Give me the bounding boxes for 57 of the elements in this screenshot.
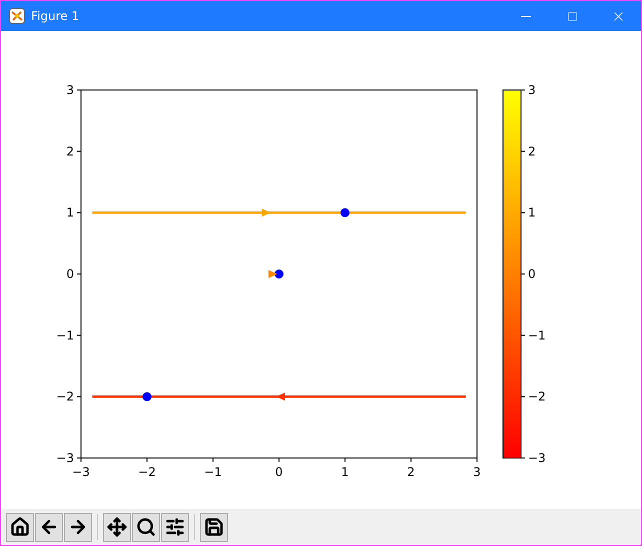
window-title: Figure 1 [31, 9, 80, 23]
y-tick [76, 334, 82, 336]
x-tick [344, 458, 346, 462]
home-icon [10, 517, 30, 537]
x-tick [410, 458, 412, 462]
move-icon [107, 517, 127, 537]
colorbar-tick [520, 150, 526, 152]
x-tick [278, 458, 280, 462]
colorbar-label: 2 [528, 144, 536, 158]
forward-button[interactable] [64, 512, 92, 542]
arrow-head-icon [276, 392, 285, 401]
y-tick [76, 212, 82, 214]
arrow-head-icon [268, 270, 278, 278]
x-tick [476, 458, 478, 462]
colorbar-tick [520, 212, 526, 214]
x-tick-label: 0 [275, 465, 283, 479]
x-tick [80, 458, 82, 462]
home-button[interactable] [6, 512, 34, 542]
maximize-icon [566, 10, 578, 22]
colorbar-label: −3 [528, 451, 546, 465]
colorbar-label: −1 [528, 328, 546, 342]
configure-button[interactable] [161, 512, 189, 542]
data-point [142, 392, 152, 402]
y-tick-label: −2 [56, 390, 74, 404]
y-tick-label: 2 [66, 144, 74, 158]
back-button[interactable] [35, 512, 63, 542]
colorbar-tick [520, 334, 526, 336]
colorbar-label: 3 [528, 83, 536, 97]
pan-button[interactable] [103, 512, 131, 542]
y-tick-label: −3 [56, 451, 74, 465]
x-tick [146, 458, 148, 462]
save-icon [204, 517, 224, 537]
x-tick-label: 1 [341, 465, 349, 479]
y-tick [76, 150, 82, 152]
y-tick [76, 396, 82, 398]
y-tick-label: −1 [56, 328, 74, 342]
x-tick-label: −3 [72, 465, 90, 479]
data-point [340, 208, 350, 218]
colorbar-tick [520, 396, 526, 398]
save-button[interactable] [200, 512, 228, 542]
y-tick-label: 0 [66, 267, 74, 281]
colorbar-label: 1 [528, 206, 536, 220]
x-tick [212, 458, 214, 462]
y-tick-label: 1 [66, 206, 74, 220]
arrow-head-icon [262, 208, 271, 217]
x-tick-label: 2 [407, 465, 415, 479]
colorbar-label: 0 [528, 267, 536, 281]
zoom-button[interactable] [132, 512, 160, 542]
y-tick-label: 3 [66, 83, 74, 97]
colorbar-label: −2 [528, 390, 546, 404]
app-icon [9, 8, 25, 24]
sliders-icon [165, 517, 185, 537]
x-tick-label: 3 [473, 465, 481, 479]
x-tick-label: −1 [204, 465, 222, 479]
data-point [274, 270, 284, 278]
x-tick-label: −2 [138, 465, 156, 479]
search-icon [136, 517, 156, 537]
